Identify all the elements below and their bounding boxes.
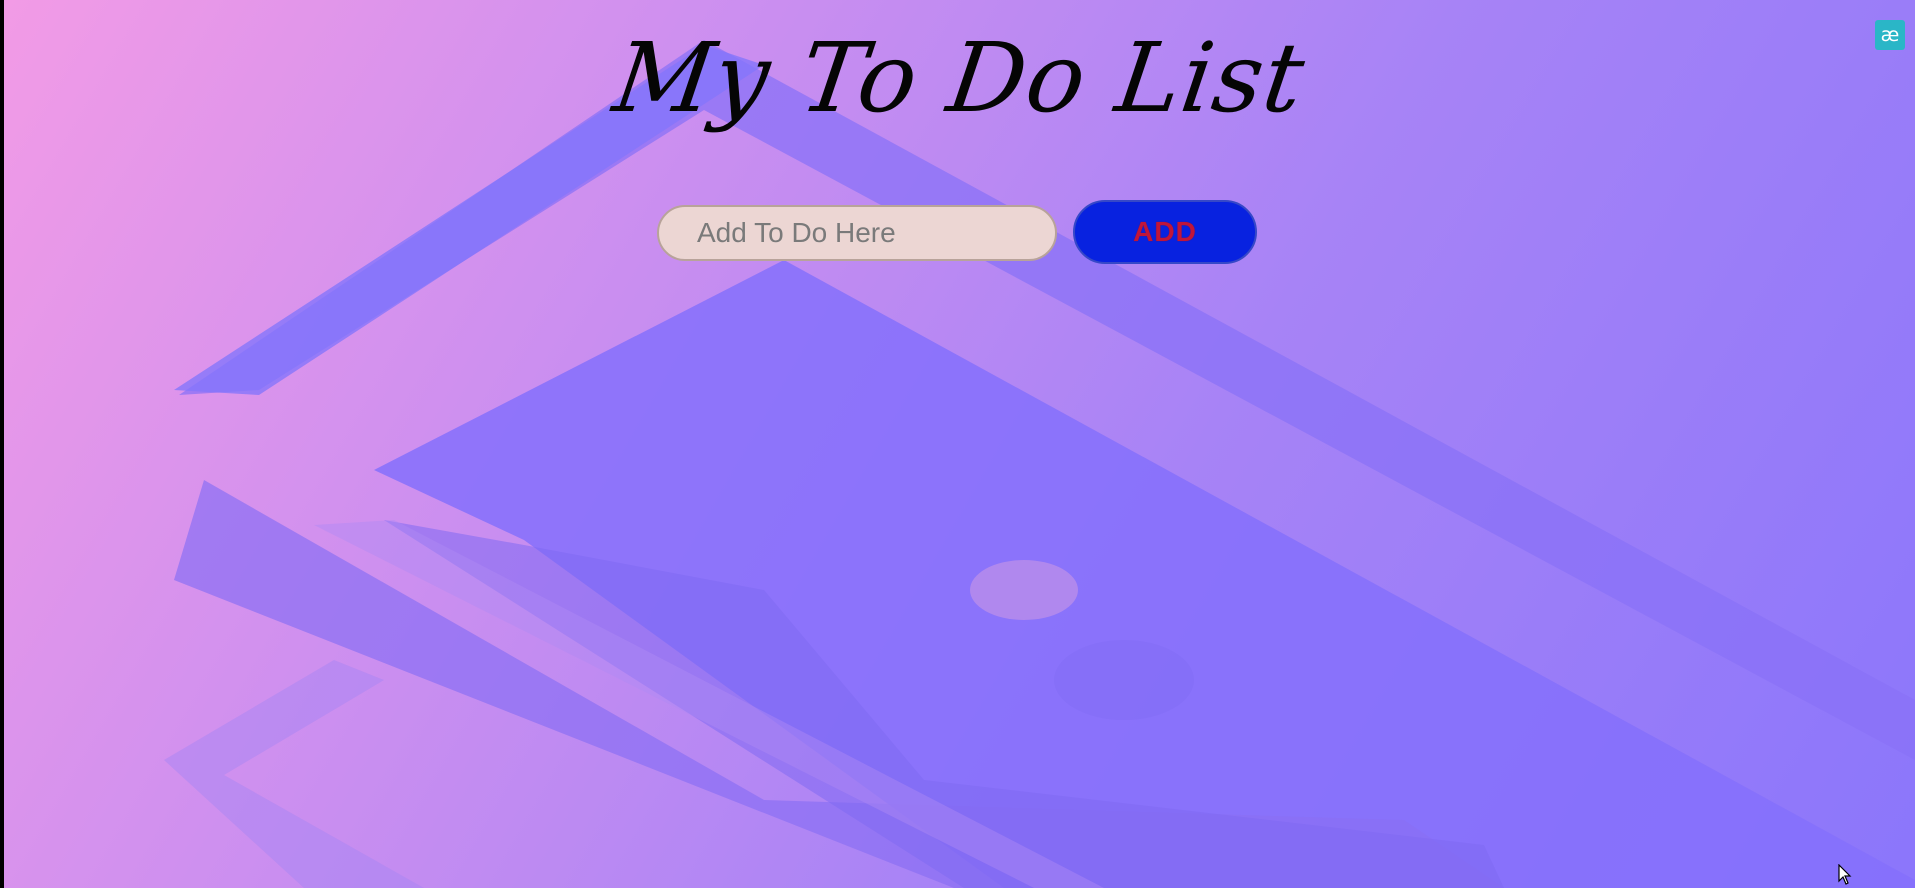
mouse-cursor-icon	[1838, 864, 1852, 885]
page-viewport: My To Do List ADD æ	[4, 0, 1915, 888]
todo-input[interactable]	[657, 205, 1057, 261]
page-title: My To Do List	[607, 22, 1312, 134]
ae-extension-icon[interactable]: æ	[1875, 20, 1905, 50]
add-button[interactable]: ADD	[1073, 200, 1257, 264]
